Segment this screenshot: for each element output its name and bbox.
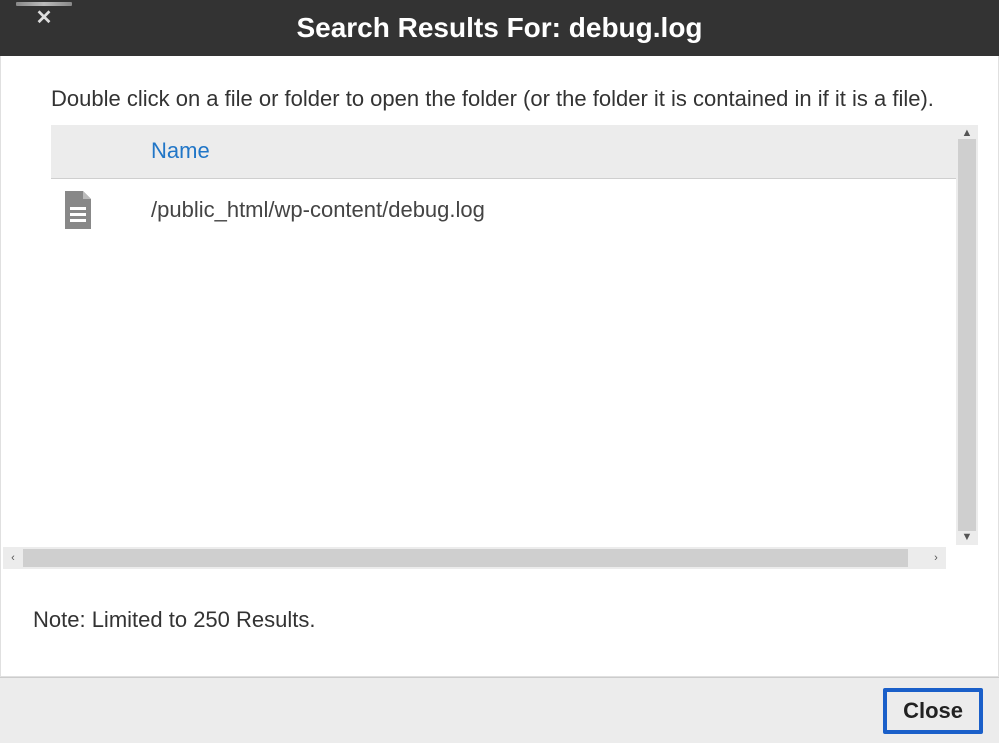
titlebar: ✕ Search Results For: debug.log <box>0 0 999 56</box>
results-limit-note: Note: Limited to 250 Results. <box>33 607 978 633</box>
titlebar-close-button[interactable]: ✕ <box>16 2 72 30</box>
result-path: /public_html/wp-content/debug.log <box>151 197 485 223</box>
horizontal-scrollbar[interactable]: ‹ › <box>3 547 946 569</box>
results-scroll-container: Name /public_html/wp-content/debug.log <box>51 125 978 545</box>
table-row[interactable]: /public_html/wp-content/debug.log <box>51 179 956 241</box>
horizontal-scroll-track[interactable] <box>23 547 926 569</box>
vertical-scroll-track[interactable] <box>956 139 978 531</box>
dialog-content: Double click on a file or folder to open… <box>0 56 999 677</box>
file-icon <box>61 191 93 229</box>
close-icon: ✕ <box>36 8 53 28</box>
close-button[interactable]: Close <box>883 688 983 734</box>
column-header-name[interactable]: Name <box>151 138 210 164</box>
titlebar-grip <box>16 2 72 6</box>
results-inner: Name /public_html/wp-content/debug.log <box>51 125 956 545</box>
vertical-scrollbar[interactable]: ▲ ▼ <box>956 125 978 545</box>
dialog-title: Search Results For: debug.log <box>10 12 989 44</box>
scroll-down-icon[interactable]: ▼ <box>962 531 973 543</box>
table-header-row: Name <box>51 125 956 179</box>
scroll-left-icon[interactable]: ‹ <box>3 552 23 564</box>
scroll-right-icon[interactable]: › <box>926 552 946 564</box>
instructions-text: Double click on a file or folder to open… <box>51 84 988 115</box>
results-area: Name /public_html/wp-content/debug.log <box>51 125 978 666</box>
horizontal-scroll-thumb[interactable] <box>23 549 908 567</box>
vertical-scroll-thumb[interactable] <box>958 139 976 531</box>
dialog-footer: Close <box>0 677 999 743</box>
scroll-up-icon[interactable]: ▲ <box>962 127 973 139</box>
